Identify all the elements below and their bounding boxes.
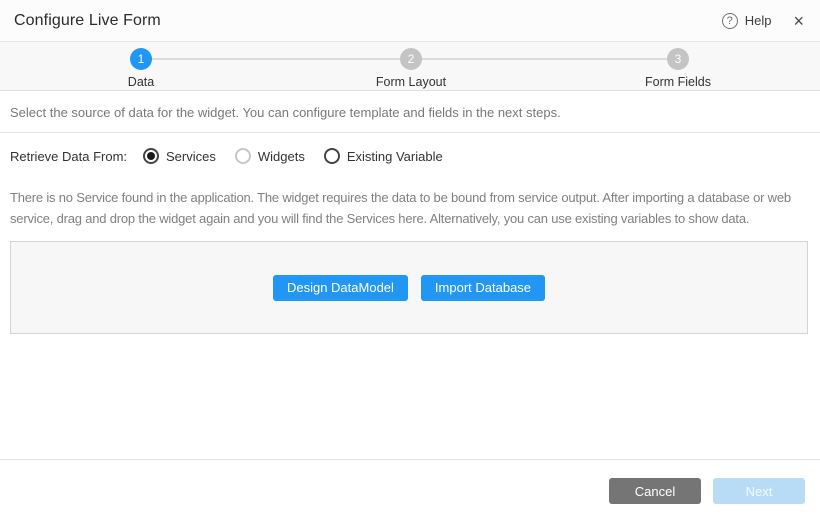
step-description-text: Select the source of data for the widget… [10,105,561,120]
wizard-stepper: 1 Data 2 Form Layout 3 Form Fields [0,42,820,91]
radio-widgets[interactable]: Widgets [235,148,305,164]
close-icon[interactable]: × [793,12,804,30]
step-form-layout[interactable]: 2 Form Layout [341,48,481,89]
step-number-badge: 1 [130,48,152,70]
dialog-header: Configure Live Form ? Help × [0,0,820,42]
help-button[interactable]: ? Help [722,13,772,29]
step-number-badge: 2 [400,48,422,70]
step-data[interactable]: 1 Data [71,48,211,89]
step-description: Select the source of data for the widget… [0,92,820,133]
dialog-title: Configure Live Form [14,12,161,30]
radio-unselected-icon [235,148,251,164]
radio-existing-variable[interactable]: Existing Variable [324,148,443,164]
step-label: Data [71,75,211,89]
step-form-fields[interactable]: 3 Form Fields [608,48,748,89]
design-datamodel-button[interactable]: Design DataModel [273,275,408,301]
radio-selected-icon [143,148,159,164]
help-icon: ? [722,13,738,29]
retrieve-data-row: Retrieve Data From: Services Widgets Exi… [0,133,820,179]
help-label: Help [745,13,772,28]
step-label: Form Fields [608,75,748,89]
radio-label: Widgets [258,149,305,164]
retrieve-data-label: Retrieve Data From: [10,149,131,164]
radio-services[interactable]: Services [143,148,216,164]
cancel-button[interactable]: Cancel [609,478,701,504]
header-actions: ? Help × [722,12,804,30]
radio-unselected-icon [324,148,340,164]
step-number-badge: 3 [667,48,689,70]
radio-label: Services [166,149,216,164]
radio-label: Existing Variable [347,149,443,164]
footer-actions: Cancel Next [609,478,805,504]
service-actions-panel: Design DataModel Import Database [10,241,808,334]
next-button[interactable]: Next [713,478,805,504]
no-service-message: There is no Service found in the applica… [10,187,812,229]
step-label: Form Layout [341,75,481,89]
import-database-button[interactable]: Import Database [421,275,545,301]
footer-divider [0,459,820,460]
